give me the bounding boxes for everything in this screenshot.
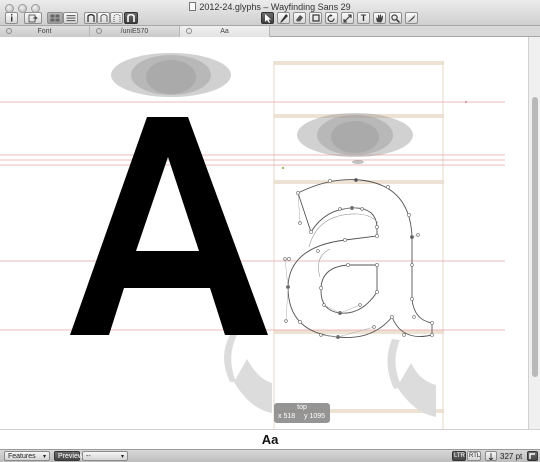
n-glyph-outline-icon	[100, 14, 107, 22]
window-title-text: 2012-24.glyphs – Wayfinding Sans 29	[199, 2, 351, 12]
tab-close-icon[interactable]	[6, 28, 12, 34]
coordinate-readout: top x 518 y 1095	[274, 403, 330, 423]
magnifier-icon	[391, 13, 400, 23]
text-tool-button[interactable]: T	[357, 12, 370, 24]
flip-toggle-button[interactable]	[527, 451, 538, 461]
n-glyph-filled-icon	[127, 14, 135, 22]
ltr-button[interactable]: LTR	[452, 451, 466, 461]
title-bar: 2012-24.glyphs – Wayfinding Sans 29 T	[0, 0, 540, 26]
tab-close-icon[interactable]	[96, 28, 102, 34]
vertical-text-icon	[488, 452, 494, 460]
n-glyph-icon	[86, 14, 95, 22]
rotate-tool-button[interactable]	[325, 12, 338, 24]
export-icon	[28, 14, 38, 22]
preview-toggle[interactable]: Preview	[54, 451, 83, 461]
hand-tool-button[interactable]	[373, 12, 386, 24]
preview-label: Preview	[58, 452, 83, 460]
preview-tab-button[interactable]	[110, 12, 123, 24]
rtl-label: RTL	[469, 453, 481, 459]
status-bar: Features ▾ Preview -- ▾ LTR RTL 327 pt	[0, 449, 540, 462]
knife-icon	[407, 14, 416, 22]
arrow-cursor-icon	[265, 13, 271, 23]
eraser-tool-button[interactable]	[293, 12, 306, 24]
toolbar: T	[0, 12, 540, 25]
tab-font[interactable]: Font	[0, 26, 90, 37]
edit-tab-button[interactable]	[97, 12, 110, 24]
list-view-icon	[66, 15, 75, 22]
rotate-icon	[327, 13, 335, 22]
tab-close-icon[interactable]	[186, 28, 192, 34]
zoom-tool-button[interactable]	[389, 12, 402, 24]
window-title: 2012-24.glyphs – Wayfinding Sans 29	[0, 2, 540, 12]
chevron-down-icon: ▾	[120, 453, 124, 460]
preview-panel: Aa	[0, 429, 540, 449]
zoom-size: 327 pt	[500, 452, 523, 461]
font-tab-button[interactable]	[84, 12, 97, 24]
outline-nodes[interactable]	[283, 178, 434, 339]
tab-font-label: Font	[37, 28, 52, 35]
scrollbar-thumb[interactable]	[532, 97, 538, 377]
eraser-icon	[296, 15, 303, 22]
chevron-down-icon: ▾	[42, 453, 46, 460]
export-button[interactable]	[24, 12, 42, 24]
corner-icon	[529, 452, 535, 459]
info-icon	[11, 14, 13, 22]
info-button[interactable]	[5, 12, 18, 24]
glyph-capital-a[interactable]	[70, 117, 268, 335]
vertical-scrollbar[interactable]	[528, 37, 540, 429]
features-dropdown[interactable]: Features ▾	[4, 451, 50, 461]
scale-tool-button[interactable]	[341, 12, 354, 24]
tab-aa-label: Aa	[220, 28, 229, 35]
glyph-lowercase-a-outline[interactable]	[287, 179, 433, 339]
preview-text: Aa	[261, 432, 279, 447]
instance-dropdown[interactable]: -- ▾	[82, 451, 128, 461]
readout-y: y 1095	[304, 413, 326, 420]
readout-x: x 518	[278, 413, 296, 420]
tab-aa[interactable]: Aa	[180, 26, 270, 37]
select-tool-button[interactable]	[261, 12, 274, 24]
descender-hooks	[224, 335, 436, 417]
draw-tool-button[interactable]	[277, 12, 290, 24]
tab-unie570-label: /uniE570	[120, 28, 149, 35]
edit-canvas[interactable]: top x 518 y 1095	[0, 37, 528, 429]
features-label: Features	[8, 452, 36, 460]
grid-view-icon	[50, 14, 60, 22]
rectangle-icon	[311, 14, 320, 22]
tab-unie570[interactable]: /uniE570	[90, 26, 180, 37]
document-icon	[189, 2, 197, 11]
glyphs-window: 2012-24.glyphs – Wayfinding Sans 29 T Fo…	[0, 0, 540, 462]
knife-tool-button[interactable]	[405, 12, 418, 24]
readout-title: top	[297, 404, 307, 411]
glyph-canvas-svg	[0, 53, 505, 429]
view-mode-list-button[interactable]	[63, 12, 78, 24]
hand-icon	[376, 14, 383, 22]
document-tabs: Font /uniE570 Aa	[0, 26, 540, 37]
n-glyph-hinted-icon	[113, 14, 120, 22]
rtl-button[interactable]: RTL	[467, 451, 481, 461]
instance-label: --	[86, 452, 91, 460]
vertical-writing-button[interactable]	[485, 451, 497, 461]
pen-icon	[279, 13, 288, 23]
text-tab-button[interactable]	[124, 12, 138, 24]
rectangle-tool-button[interactable]	[309, 12, 322, 24]
ltr-label: LTR	[454, 453, 465, 459]
scale-icon	[343, 13, 352, 23]
view-mode-grid-button[interactable]	[47, 12, 63, 24]
